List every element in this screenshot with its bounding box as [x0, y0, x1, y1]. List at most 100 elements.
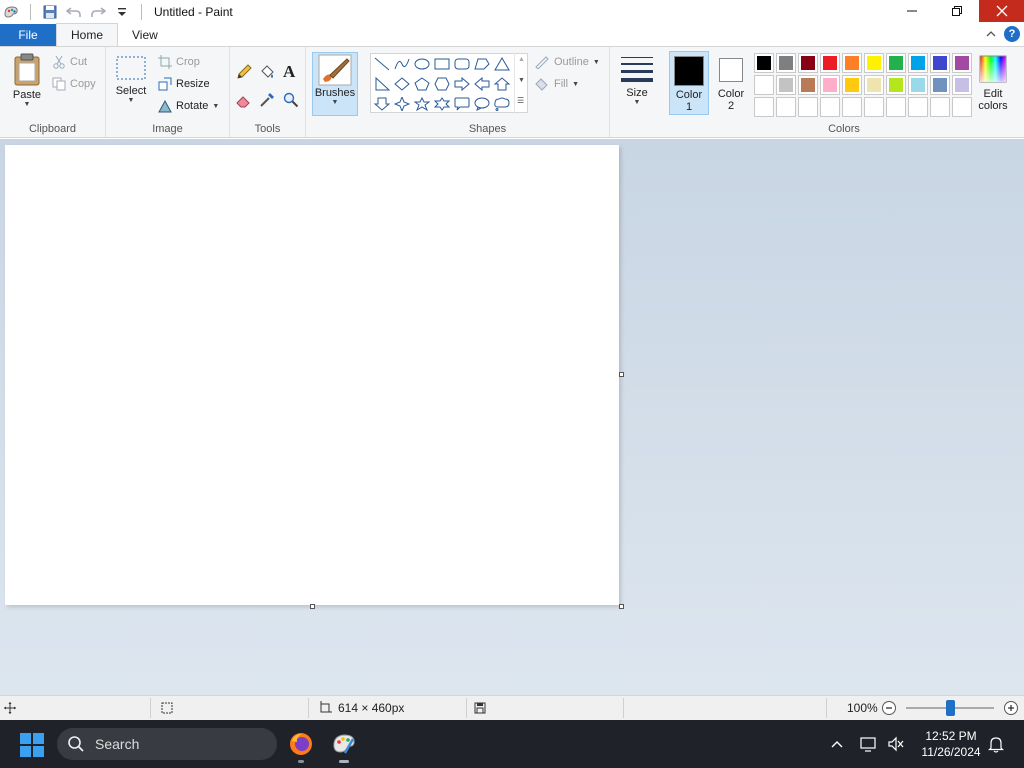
- line-shape-icon[interactable]: [373, 55, 391, 73]
- start-button[interactable]: [20, 733, 44, 757]
- six-point-star-shape-icon[interactable]: [433, 95, 451, 113]
- palette-color-swatch[interactable]: [908, 75, 928, 95]
- diamond-shape-icon[interactable]: [393, 75, 411, 93]
- five-point-star-shape-icon[interactable]: [413, 95, 431, 113]
- taskbar-search-box[interactable]: Search: [57, 728, 277, 760]
- collapse-ribbon-icon[interactable]: [986, 27, 996, 41]
- edit-colors-button[interactable]: Edit colors: [974, 55, 1012, 112]
- tab-file[interactable]: File: [0, 24, 56, 46]
- color-2-button[interactable]: Color 2: [711, 51, 751, 115]
- right-triangle-shape-icon[interactable]: [373, 75, 391, 93]
- curve-shape-icon[interactable]: [393, 55, 411, 73]
- palette-color-swatch[interactable]: [908, 97, 928, 117]
- palette-color-swatch[interactable]: [930, 97, 950, 117]
- palette-color-swatch[interactable]: [864, 97, 884, 117]
- left-arrow-shape-icon[interactable]: [473, 75, 491, 93]
- palette-color-swatch[interactable]: [798, 97, 818, 117]
- help-icon[interactable]: ?: [1004, 26, 1020, 42]
- pentagon-shape-icon[interactable]: [413, 75, 431, 93]
- save-icon[interactable]: [41, 3, 59, 21]
- tab-view[interactable]: View: [118, 24, 172, 46]
- resize-handle-right[interactable]: [619, 372, 624, 377]
- copy-button[interactable]: Copy: [52, 75, 96, 93]
- palette-color-swatch[interactable]: [842, 97, 862, 117]
- customize-qat-icon[interactable]: [113, 3, 131, 21]
- resize-handle-bottom[interactable]: [310, 604, 315, 609]
- text-tool-icon[interactable]: A: [283, 62, 295, 81]
- palette-color-swatch[interactable]: [798, 75, 818, 95]
- oval-callout-shape-icon[interactable]: [473, 95, 491, 113]
- hexagon-shape-icon[interactable]: [433, 75, 451, 93]
- undo-icon[interactable]: [65, 3, 83, 21]
- maximize-button[interactable]: [934, 0, 979, 22]
- palette-color-swatch[interactable]: [886, 53, 906, 73]
- palette-color-swatch[interactable]: [820, 97, 840, 117]
- volume-muted-icon[interactable]: [887, 720, 905, 768]
- scroll-down-icon[interactable]: ▼: [518, 77, 525, 84]
- scroll-up-icon[interactable]: ▲: [518, 56, 525, 63]
- color-picker-icon[interactable]: [259, 91, 275, 109]
- palette-color-swatch[interactable]: [864, 75, 884, 95]
- size-button[interactable]: Size ▼: [618, 55, 656, 106]
- drawing-canvas[interactable]: [5, 145, 619, 605]
- palette-color-swatch[interactable]: [798, 53, 818, 73]
- palette-color-swatch[interactable]: [886, 75, 906, 95]
- palette-color-swatch[interactable]: [930, 53, 950, 73]
- cut-button[interactable]: Cut: [52, 53, 87, 71]
- zoom-slider-thumb[interactable]: [946, 700, 955, 716]
- minimize-button[interactable]: [889, 0, 934, 22]
- right-arrow-shape-icon[interactable]: [453, 75, 471, 93]
- outline-button[interactable]: Outline ▼: [534, 53, 600, 71]
- crop-button[interactable]: Crop: [158, 53, 200, 71]
- notifications-icon[interactable]: [988, 720, 1004, 768]
- palette-color-swatch[interactable]: [952, 75, 972, 95]
- shapes-expand-icon[interactable]: ☰: [517, 96, 524, 105]
- select-button[interactable]: Select ▼: [114, 55, 148, 104]
- taskbar-clock[interactable]: 12:52 PM 11/26/2024: [912, 728, 990, 760]
- palette-color-swatch[interactable]: [754, 53, 774, 73]
- taskbar-firefox[interactable]: [285, 728, 317, 763]
- oval-shape-icon[interactable]: [413, 55, 431, 73]
- palette-color-swatch[interactable]: [842, 75, 862, 95]
- palette-color-swatch[interactable]: [864, 53, 884, 73]
- tab-home[interactable]: Home: [56, 23, 119, 46]
- rounded-rectangle-shape-icon[interactable]: [453, 55, 471, 73]
- magnifier-icon[interactable]: [283, 91, 299, 109]
- four-point-star-shape-icon[interactable]: [393, 95, 411, 113]
- resize-handle-corner[interactable]: [619, 604, 624, 609]
- show-hidden-icons-button[interactable]: [830, 720, 844, 768]
- shapes-scrollbar[interactable]: ▲ ▼ ☰: [514, 53, 528, 113]
- color-1-button[interactable]: Color 1: [669, 51, 709, 115]
- close-button[interactable]: [979, 0, 1024, 22]
- up-arrow-shape-icon[interactable]: [493, 75, 511, 93]
- rotate-button[interactable]: Rotate ▼: [158, 97, 219, 115]
- taskbar-paint[interactable]: [328, 728, 360, 763]
- redo-icon[interactable]: [89, 3, 107, 21]
- brushes-button[interactable]: Brushes ▼: [312, 52, 358, 116]
- palette-color-swatch[interactable]: [776, 97, 796, 117]
- palette-color-swatch[interactable]: [842, 53, 862, 73]
- palette-color-swatch[interactable]: [820, 75, 840, 95]
- palette-color-swatch[interactable]: [776, 53, 796, 73]
- rounded-callout-shape-icon[interactable]: [453, 95, 471, 113]
- resize-button[interactable]: Resize: [158, 75, 210, 93]
- rectangle-shape-icon[interactable]: [433, 55, 451, 73]
- palette-color-swatch[interactable]: [930, 75, 950, 95]
- fill-button[interactable]: Fill ▼: [534, 75, 579, 93]
- zoom-in-button[interactable]: [1003, 696, 1019, 720]
- palette-color-swatch[interactable]: [886, 97, 906, 117]
- polygon-shape-icon[interactable]: [473, 55, 491, 73]
- triangle-shape-icon[interactable]: [493, 55, 511, 73]
- cloud-callout-shape-icon[interactable]: [493, 95, 511, 113]
- palette-color-swatch[interactable]: [776, 75, 796, 95]
- paste-button[interactable]: Paste ▼: [8, 53, 46, 108]
- network-icon[interactable]: [860, 720, 878, 768]
- palette-color-swatch[interactable]: [754, 75, 774, 95]
- palette-color-swatch[interactable]: [820, 53, 840, 73]
- eraser-icon[interactable]: [236, 91, 252, 109]
- fill-bucket-icon[interactable]: [259, 63, 275, 81]
- palette-color-swatch[interactable]: [754, 97, 774, 117]
- palette-color-swatch[interactable]: [908, 53, 928, 73]
- down-arrow-shape-icon[interactable]: [373, 95, 391, 113]
- zoom-out-button[interactable]: [881, 696, 897, 720]
